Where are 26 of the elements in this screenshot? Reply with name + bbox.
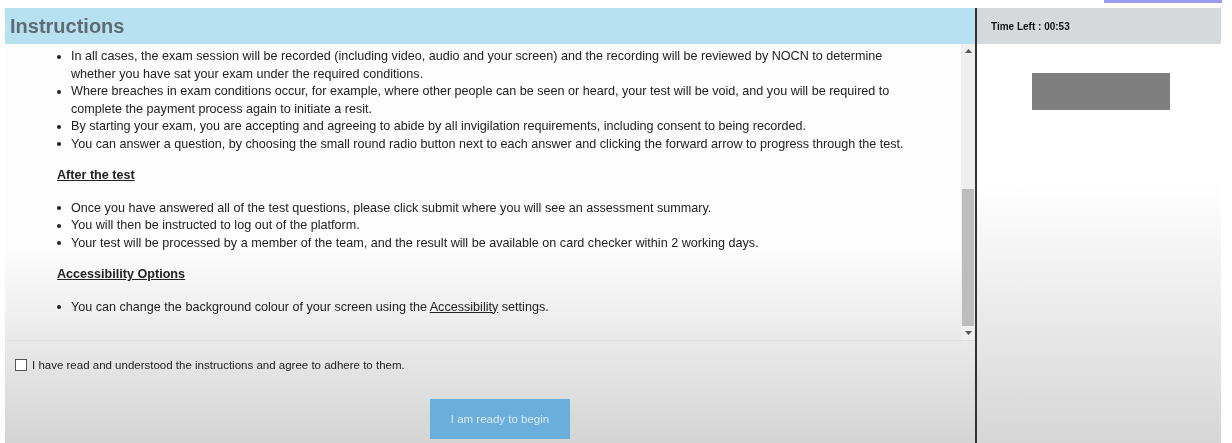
instruction-text: In all cases, the exam session will be recorded (including video, audio and your screen) and the recording will be reviewed by NOCN to determine whether you have sat your exam under the required conditions.	[71, 48, 884, 83]
bullet-icon	[57, 305, 61, 310]
section-heading: Accessibility Options	[57, 266, 186, 283]
accessibility-link[interactable]: Accessibility	[429, 299, 499, 314]
bullet-icon	[57, 124, 61, 129]
section-heading: After the test	[57, 167, 135, 184]
page-title: Instructions	[10, 14, 125, 38]
bullet-icon	[57, 241, 61, 246]
instruction-text: You will then be instructed to log out of the platform.	[71, 217, 360, 234]
bullet-icon	[57, 89, 61, 94]
instruction-text: Once you have answered all of the test questions, please click submit where you will see an assessment summary.	[71, 199, 712, 217]
bullet-icon	[57, 206, 61, 211]
instruction-text: You can change the background colour of your screen using the Accessibility settings.	[71, 298, 549, 316]
scroll-down-icon[interactable]	[964, 331, 972, 335]
agree-label: I have read and understood the instructions and agree to adhere to them.	[32, 359, 405, 371]
bullet-icon	[57, 54, 61, 59]
instruction-text: Where breaches in exam conditions occur, for example, where other people can be seen or heard, your test will be void, and you will be required to complete the payment process again to initiate a resit.	[71, 83, 891, 118]
bullet-icon	[57, 142, 61, 147]
instruction-text: By starting your exam, you are accepting and agreeing to abide by all invigilation requirements, including consent to being recorded.	[71, 118, 807, 135]
scroll-up-icon[interactable]	[964, 49, 972, 53]
scrollbar[interactable]	[961, 44, 975, 340]
bullet-icon	[57, 223, 61, 228]
instruction-text: You can answer a question, by choosing the small round radio button next to each answer and clicking the forward arrow to progress through the test.	[71, 135, 904, 153]
agree-checkbox[interactable]	[15, 359, 27, 371]
time-left: Time Left : 00:53	[991, 20, 1070, 32]
instruction-text: Your test will be processed by a member of the team, and the result will be available on card checker within 2 working days.	[71, 234, 759, 252]
